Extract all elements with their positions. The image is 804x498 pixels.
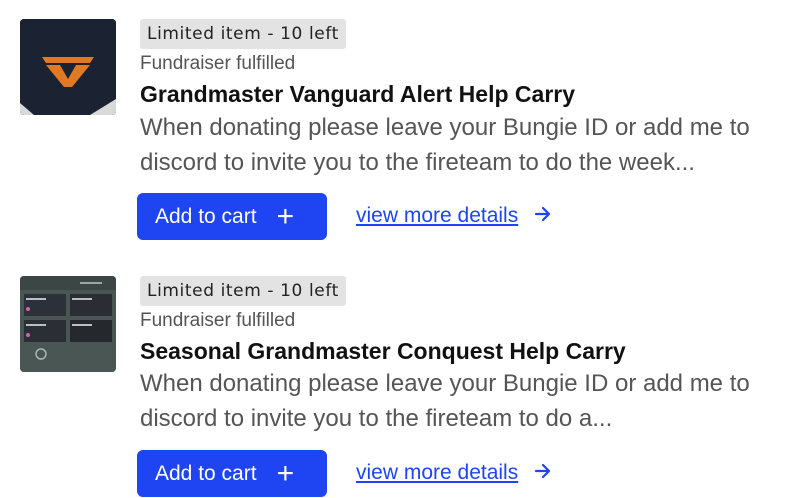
view-more-details-link[interactable]: view more details <box>356 461 552 485</box>
product-title[interactable]: Grandmaster Vanguard Alert Help Carry <box>140 81 575 108</box>
add-to-cart-button[interactable]: Add to cart + <box>137 450 327 497</box>
limited-item-badge: Limited item - 10 left <box>140 19 346 49</box>
add-to-cart-label: Add to cart <box>155 461 257 485</box>
plus-icon: + <box>276 456 295 490</box>
view-more-details-link[interactable]: view more details <box>356 204 552 228</box>
fundraiser-status: Fundraiser fulfilled <box>140 53 296 74</box>
view-more-details-label: view more details <box>356 461 519 484</box>
fundraiser-status: Fundraiser fulfilled <box>140 310 296 331</box>
vanguard-emblem-icon <box>20 19 116 115</box>
product-description: When donating please leave your Bungie I… <box>140 114 750 176</box>
product-description: When donating please leave your Bungie I… <box>140 370 750 432</box>
add-to-cart-button[interactable]: Add to cart + <box>137 193 327 240</box>
view-more-details-label: view more details <box>356 204 519 227</box>
product-item: Limited item - 10 left Fundraiser fulfil… <box>0 0 804 240</box>
game-menu-screenshot-icon <box>20 276 116 372</box>
plus-icon: + <box>276 199 295 233</box>
product-thumbnail[interactable] <box>20 276 116 372</box>
product-item: Limited item - 10 left Fundraiser fulfil… <box>0 256 804 497</box>
limited-item-badge: Limited item - 10 left <box>140 276 346 306</box>
product-title[interactable]: Seasonal Grandmaster Conquest Help Carry <box>140 338 626 365</box>
add-to-cart-label: Add to cart <box>155 204 257 228</box>
arrow-right-icon <box>534 461 552 485</box>
arrow-right-icon <box>534 204 552 228</box>
product-thumbnail[interactable] <box>20 19 116 115</box>
